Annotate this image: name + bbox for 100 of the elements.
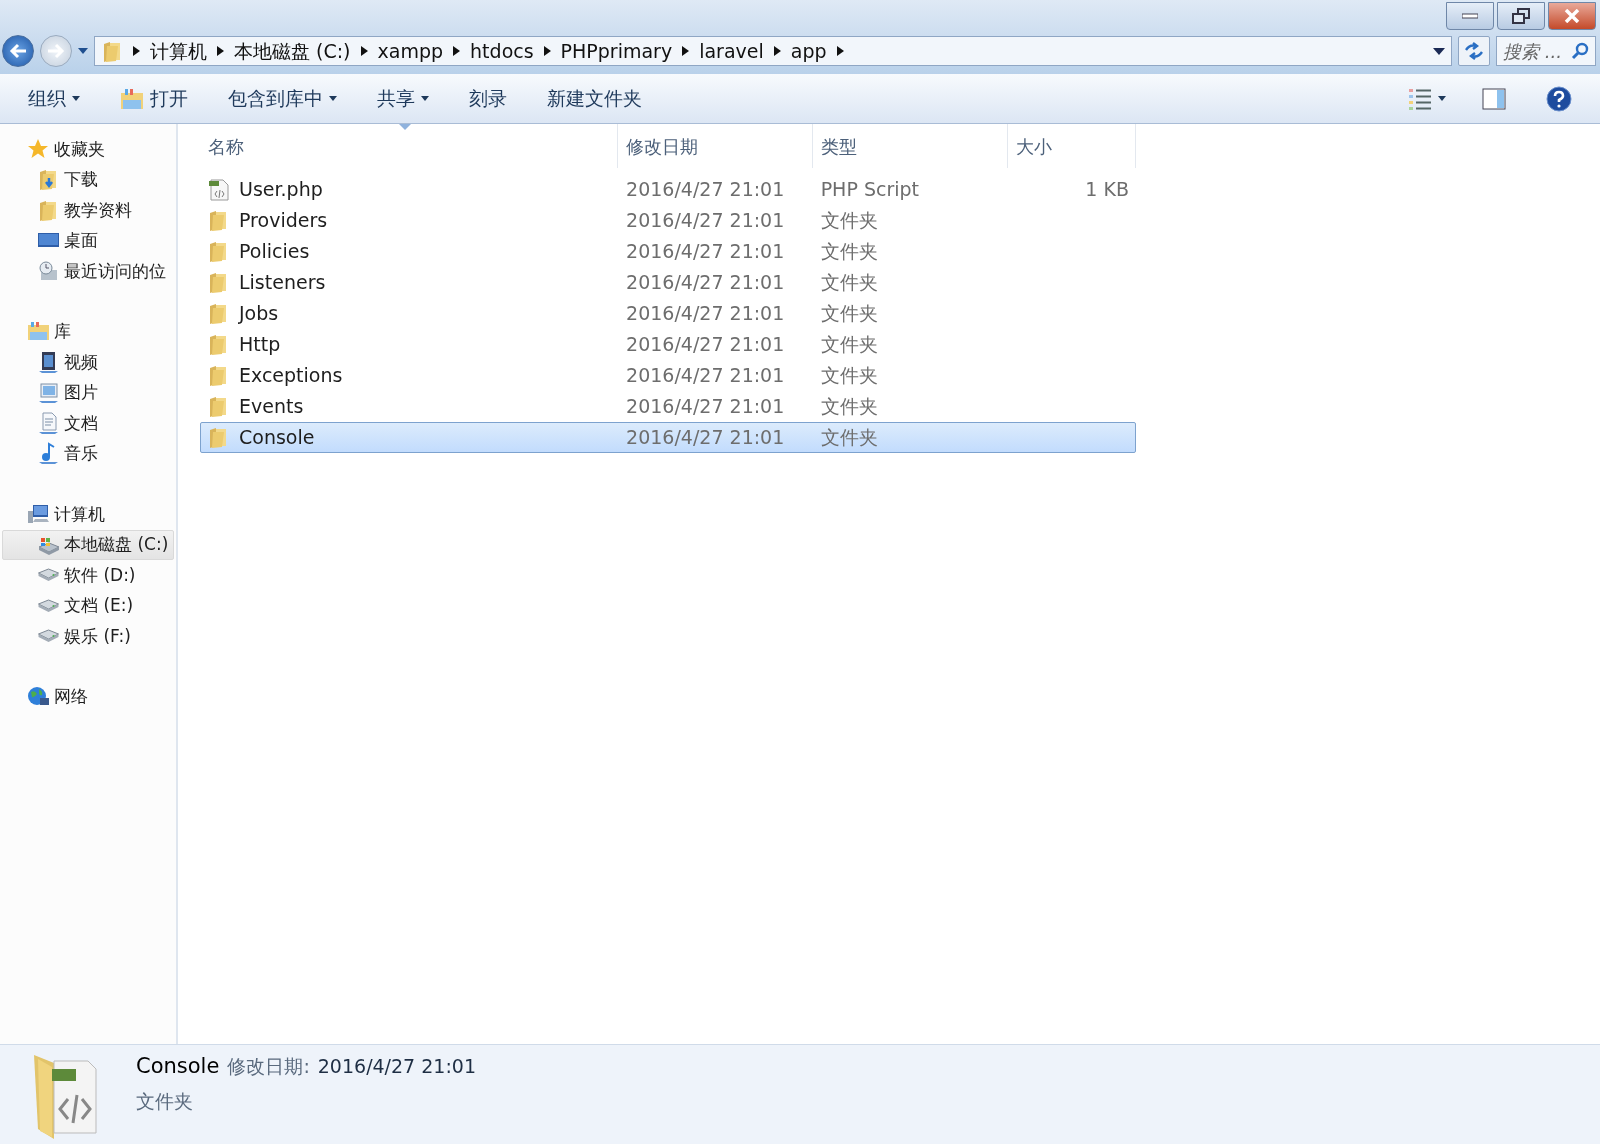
- file-row[interactable]: Http 2016/4/27 21:01 文件夹: [200, 329, 1136, 360]
- date-cell-text: 2016/4/27 21:01: [625, 270, 786, 296]
- forward-arrow-icon: [47, 43, 65, 59]
- nav-item[interactable]: 软件 (D:): [2, 560, 174, 591]
- dropdown-caret-icon[interactable]: [1433, 47, 1445, 55]
- chevron-right-icon[interactable]: [543, 46, 551, 56]
- close-icon: [1564, 9, 1580, 23]
- refresh-icon: [1464, 42, 1484, 60]
- sort-arrow-icon: [399, 124, 411, 130]
- file-row[interactable]: User.php 2016/4/27 21:01 PHP Script 1 KB: [200, 174, 1136, 205]
- chevron-right-icon[interactable]: [836, 46, 844, 56]
- pane-icon: [1482, 87, 1506, 110]
- restore-button[interactable]: [1497, 2, 1545, 30]
- back-arrow-icon: [9, 43, 27, 59]
- nav-item[interactable]: 收藏夹: [2, 134, 174, 165]
- document-icon: [37, 411, 60, 435]
- file-name: Policies: [239, 239, 310, 265]
- date-cell-text: 2016/4/27 21:01: [625, 239, 786, 265]
- file-row[interactable]: Providers 2016/4/27 21:01 文件夹: [200, 205, 1136, 236]
- column-header[interactable]: 大小: [1008, 124, 1136, 168]
- file-row[interactable]: Policies 2016/4/27 21:01 文件夹: [200, 236, 1136, 267]
- chevron-right-icon[interactable]: [133, 46, 140, 56]
- nav-item[interactable]: 教学资料: [2, 195, 174, 226]
- item-name: Console: [136, 1053, 220, 1080]
- type-cell-text: 文件夹: [819, 332, 879, 358]
- type-cell-text: 文件夹: [819, 208, 879, 234]
- clock-icon: [37, 259, 60, 283]
- chevron-right-icon[interactable]: [682, 46, 690, 56]
- minimize-button[interactable]: [1446, 2, 1494, 30]
- file-name: Listeners: [239, 270, 326, 296]
- nav-item[interactable]: 文档 (E:): [2, 590, 174, 621]
- date-cell-text: 2016/4/27 21:01: [625, 332, 786, 358]
- toolbar-button[interactable]: 组织: [20, 80, 88, 117]
- file-name: User.php: [239, 177, 323, 203]
- toolbar-button[interactable]: 刻录: [461, 80, 515, 117]
- minimize-icon: [1462, 13, 1478, 19]
- breadcrumb-link[interactable]: PHPprimary: [560, 36, 673, 66]
- breadcrumb-link[interactable]: htdocs: [470, 36, 534, 66]
- type-cell-text: 文件夹: [819, 425, 879, 451]
- refresh-button[interactable]: [1458, 36, 1490, 66]
- nav-item[interactable]: 下载: [2, 164, 174, 195]
- php-file-icon: [207, 177, 231, 202]
- nav-item[interactable]: 娱乐 (F:): [2, 621, 174, 652]
- file-row[interactable]: Events 2016/4/27 21:01 文件夹: [200, 391, 1136, 422]
- nav-item[interactable]: 最近访问的位: [2, 256, 174, 287]
- dropdown-caret-icon[interactable]: [78, 48, 88, 54]
- column-header[interactable]: 类型: [813, 124, 1008, 168]
- address-bar[interactable]: 计算机 本地磁盘 (C:) xampp htdocs PHPprimary laravel app: [94, 36, 1452, 66]
- nav-item[interactable]: 本地磁盘 (C:): [2, 529, 174, 560]
- breadcrumb-link[interactable]: app: [790, 36, 827, 66]
- toolbar-button[interactable]: 共享: [369, 80, 437, 117]
- drive-icon: [37, 598, 60, 613]
- nav-item[interactable]: 音乐: [2, 438, 174, 469]
- type-cell-text: PHP Script: [819, 177, 920, 203]
- date-cell-text: 2016/4/27 21:01: [625, 301, 786, 327]
- toolbar-button[interactable]: 包含到库中: [220, 80, 345, 117]
- date-cell-text: 2016/4/27 21:01: [625, 208, 786, 234]
- field-label: 修改日期:: [227, 1054, 310, 1079]
- restore-icon: [1512, 8, 1530, 24]
- date-cell-text: 2016/4/27 21:01: [625, 177, 786, 203]
- type-cell-text: 文件夹: [819, 301, 879, 327]
- nav-item[interactable]: 计算机: [2, 499, 174, 530]
- type-cell-text: 文件夹: [819, 363, 879, 389]
- file-name: Console: [239, 425, 315, 451]
- caret-icon: [1438, 96, 1446, 101]
- file-row[interactable]: Console 2016/4/27 21:01 文件夹: [200, 422, 1136, 453]
- size-cell: 1 KB: [1085, 178, 1129, 201]
- file-row[interactable]: Listeners 2016/4/27 21:01 文件夹: [200, 267, 1136, 298]
- file-name: Exceptions: [239, 363, 343, 389]
- file-name: Jobs: [239, 301, 279, 327]
- chevron-right-icon[interactable]: [217, 46, 224, 56]
- nav-item[interactable]: 网络: [2, 681, 174, 712]
- toolbar-button[interactable]: 打开: [112, 80, 196, 117]
- type-label: 文件夹: [136, 1088, 194, 1114]
- type-cell-text: 文件夹: [819, 270, 879, 296]
- file-row[interactable]: Jobs 2016/4/27 21:01 文件夹: [200, 298, 1136, 329]
- nav-item[interactable]: 桌面: [2, 225, 174, 256]
- music-note-icon: [37, 442, 60, 466]
- nav-item[interactable]: 视频: [2, 347, 174, 378]
- toolbar-button[interactable]: 新建文件夹: [539, 80, 650, 117]
- chevron-right-icon[interactable]: [360, 46, 368, 56]
- file-name: Http: [239, 332, 281, 358]
- nav-item[interactable]: 图片: [2, 377, 174, 408]
- breadcrumb-link[interactable]: xampp: [377, 36, 444, 66]
- close-button[interactable]: [1548, 2, 1596, 30]
- film-icon: [37, 350, 60, 374]
- chevron-right-icon[interactable]: [453, 46, 461, 56]
- breadcrumb-link[interactable]: laravel: [699, 36, 764, 66]
- date-cell-text: 2016/4/27 21:01: [625, 425, 786, 451]
- nav-item[interactable]: 文档: [2, 408, 174, 439]
- column-header[interactable]: 修改日期: [618, 124, 813, 168]
- back-button[interactable]: [2, 35, 34, 67]
- breadcrumb-link[interactable]: 计算机: [150, 36, 207, 66]
- breadcrumb-link[interactable]: 本地磁盘 (C:): [234, 36, 351, 66]
- file-row[interactable]: Exceptions 2016/4/27 21:01 文件夹: [200, 360, 1136, 391]
- nav-item[interactable]: 库: [2, 316, 174, 347]
- chevron-right-icon[interactable]: [773, 46, 781, 56]
- date-cell-text: 2016/4/27 21:01: [625, 394, 786, 420]
- picture-icon: [37, 381, 60, 405]
- search-field[interactable]: 搜索 ...: [1496, 36, 1596, 66]
